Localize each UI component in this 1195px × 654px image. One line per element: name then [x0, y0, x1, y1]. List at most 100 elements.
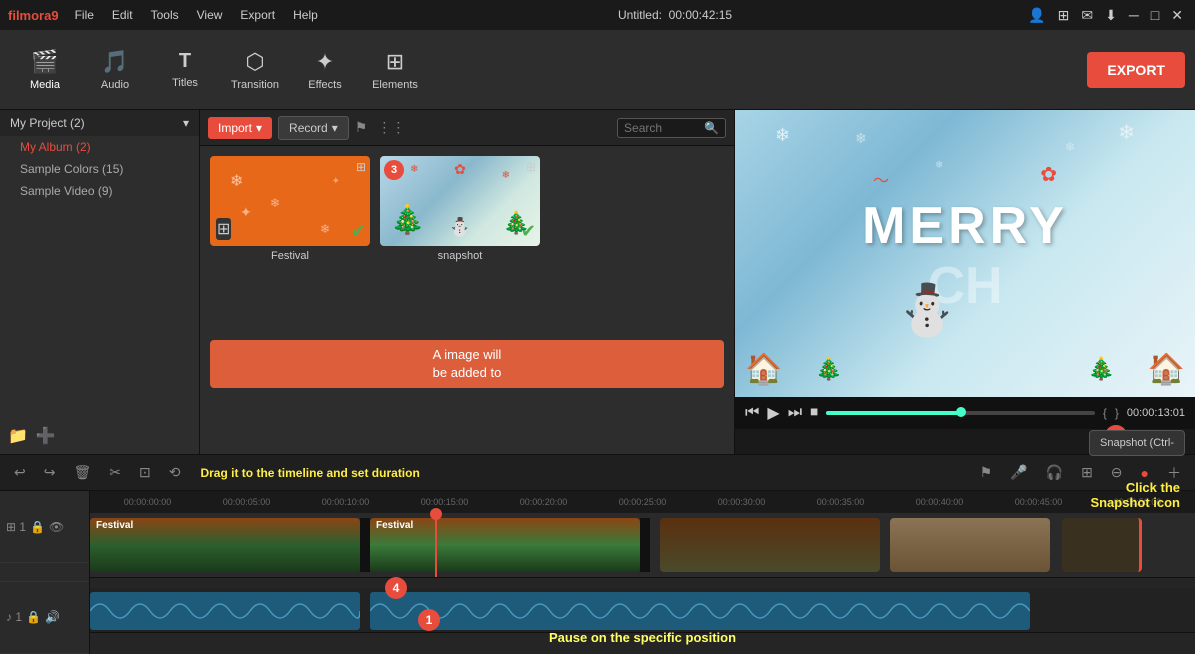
media-grid: ⊞ ❄ ❄ ✦ ✦ ❄ ⊞ ✔ Festival ⊞ 🎄 � [200, 146, 734, 454]
filter-icon[interactable]: ⚑ [355, 119, 368, 136]
play-button[interactable]: ▶ [767, 403, 779, 423]
snapshot-badge: 3 [384, 160, 404, 180]
audio-wave-2 [370, 592, 1030, 630]
nav-sample-video[interactable]: Sample Video (9) [0, 180, 199, 202]
progress-dot [956, 407, 966, 417]
click-annotation: Click theSnapshot icon [1090, 480, 1180, 510]
left-panel: My Project (2) ▾ My Album (2) Sample Col… [0, 110, 200, 454]
user-icon[interactable]: 👤 [1024, 7, 1049, 24]
panel-footer-icons: 📁 ➕ [0, 418, 199, 454]
window-title: Untitled: 00:00:42:15 [618, 8, 732, 22]
panel-chevron-icon[interactable]: ▾ [183, 116, 189, 130]
video-track: Festival Festival [90, 513, 1195, 578]
layout-icon[interactable]: ⊞ [1054, 7, 1074, 24]
prev-frame-button[interactable]: ⏮ [745, 404, 759, 422]
video-clip-2[interactable]: Festival [370, 518, 640, 572]
lock-icon[interactable]: 🔒 [30, 520, 45, 534]
delete-button[interactable]: 🗑 [67, 462, 97, 483]
audio-track [90, 588, 1195, 633]
preview-video: ❄ ❄ ❄ ❄ ❄ 〜 ✿ MERRY CH ⛄ 🏠 🏠 🎄 🎄 [735, 110, 1195, 397]
tool-titles[interactable]: T Titles [150, 35, 220, 105]
timeline-area: ↩ ↪ 🗑 ✂ ⊡ ⟲ Drag it to the timeline and … [0, 454, 1195, 654]
close-button[interactable]: ✕ [1167, 7, 1187, 24]
timeline-tracks: 00:00:00:00 00:00:05:00 00:00:10:00 00:0… [90, 491, 1195, 654]
timeline: ⊞ 1 🔒 👁 ♪ 1 🔒 🔊 00:00:00:00 00:00:05:00 … [0, 491, 1195, 654]
titlebar: filmora9 File Edit Tools View Export Hel… [0, 0, 1195, 30]
track-controls: ⊞ 1 🔒 👁 ♪ 1 🔒 🔊 [0, 491, 90, 654]
tool-elements[interactable]: ⊞ Elements [360, 35, 430, 105]
mail-icon[interactable]: ✉ [1077, 7, 1097, 24]
export-button[interactable]: EXPORT [1087, 52, 1185, 88]
snapshot-thumbnail[interactable]: ⊞ 🎄 🎄 ⛄ ❄ ❄ ✿ ✔ 3 [380, 156, 540, 246]
tool-audio[interactable]: 🎵 Audio [80, 35, 150, 105]
import-chevron-icon: ▾ [256, 121, 262, 135]
pause-annotation-row: Pause on the specific position [90, 633, 1195, 653]
video-clip-1[interactable]: Festival [90, 518, 360, 572]
audio-volume-icon[interactable]: 🔊 [45, 610, 60, 624]
festival-grid-icon: ⊞ [356, 160, 366, 174]
import-button[interactable]: Import ▾ [208, 117, 272, 139]
tool-elements-label: Elements [372, 79, 418, 91]
maximize-button[interactable]: □ [1147, 7, 1163, 23]
video-clip-3[interactable] [660, 518, 880, 572]
tracks-area: Festival Festival [90, 513, 1195, 633]
nav-sample-colors[interactable]: Sample Colors (15) [0, 158, 199, 180]
record-tl-button[interactable]: ⟲ [163, 462, 187, 483]
voice-button[interactable]: 🎤 [1004, 462, 1033, 483]
menu-tools[interactable]: Tools [143, 6, 187, 24]
ruler-mark-2: 00:00:10:00 [296, 497, 395, 507]
minimize-button[interactable]: ─ [1125, 7, 1143, 23]
titles-icon: T [179, 50, 191, 73]
menu-view[interactable]: View [189, 6, 231, 24]
crop-button[interactable]: ⊡ [133, 462, 157, 483]
add-media-icon[interactable]: ➕ [36, 426, 56, 446]
tool-transition[interactable]: ⬡ Transition [220, 35, 290, 105]
menu-file[interactable]: File [67, 6, 102, 24]
cut-button[interactable]: ✂ [103, 462, 127, 483]
video-clip-5[interactable] [1062, 518, 1142, 572]
marker-button[interactable]: ⚑ [974, 462, 999, 483]
nav-my-album[interactable]: My Album (2) [0, 136, 199, 158]
next-frame-button[interactable]: ⏭ [788, 404, 802, 422]
festival-thumbnail[interactable]: ⊞ ❄ ❄ ✦ ✦ ❄ ⊞ ✔ [210, 156, 370, 246]
add-folder-icon[interactable]: 📁 [8, 426, 28, 446]
ruler-mark-5: 00:00:25:00 [593, 497, 692, 507]
timeline-ruler: 00:00:00:00 00:00:05:00 00:00:10:00 00:0… [90, 491, 1195, 513]
ruler-mark-3: 00:00:15:00 [395, 497, 494, 507]
tool-titles-label: Titles [172, 77, 198, 89]
menu-edit[interactable]: Edit [104, 6, 141, 24]
progress-fill [826, 411, 960, 415]
video-clip-4[interactable] [890, 518, 1050, 572]
preview-controls: ⏮ ▶ ⏭ ⏹ { } 00:00:13:01 [735, 397, 1195, 429]
search-input[interactable] [624, 121, 704, 135]
step-4-area: 4 [385, 577, 407, 599]
undo-button[interactable]: ↩ [8, 462, 32, 483]
tool-media[interactable]: 🎬 Media [10, 35, 80, 105]
annotation-area: A image willbe added to [210, 332, 724, 444]
content-panel: Import ▾ Record ▾ ⚑ ⋮⋮ 🔍 ⊞ ❄ ❄ [200, 110, 735, 454]
record-label: Record [289, 121, 328, 135]
menu-export[interactable]: Export [232, 6, 283, 24]
elements-icon: ⊞ [386, 49, 404, 75]
progress-bar[interactable] [826, 411, 1095, 415]
search-icon[interactable]: 🔍 [704, 121, 719, 135]
download-icon[interactable]: ⬇ [1101, 7, 1121, 24]
tool-effects[interactable]: ✦ Effects [290, 35, 360, 105]
track-ctrl-video: ⊞ 1 🔒 👁 [0, 491, 89, 563]
redo-button[interactable]: ↪ [38, 462, 62, 483]
search-box: 🔍 [617, 118, 726, 138]
audio-lock-icon[interactable]: 🔒 [26, 610, 41, 624]
stop-button[interactable]: ⏹ [810, 404, 818, 422]
audio-button[interactable]: 🎧 [1040, 462, 1069, 483]
time-display: 00:00:13:01 [1127, 407, 1185, 419]
festival-check-icon: ✔ [351, 221, 366, 242]
menu-help[interactable]: Help [285, 6, 326, 24]
tool-transition-label: Transition [231, 79, 279, 91]
import-label: Import [218, 121, 252, 135]
grid-view-icon[interactable]: ⋮⋮ [377, 119, 405, 136]
playhead-head [430, 508, 442, 520]
eye-icon[interactable]: 👁 [49, 520, 64, 534]
image-annotation-text: A image willbe added to [210, 340, 724, 388]
record-button[interactable]: Record ▾ [278, 116, 349, 140]
playhead[interactable] [435, 513, 437, 577]
